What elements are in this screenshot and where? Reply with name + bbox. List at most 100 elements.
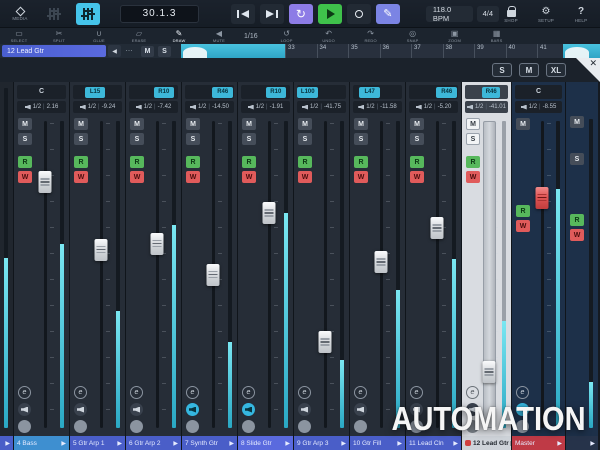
channel-edit-button[interactable]: e [410, 386, 423, 399]
mute-button[interactable]: M [354, 118, 368, 130]
channel-strip[interactable]: L1001/2|-41.75MSRWe9 Gtr Arp 3▶ [294, 82, 350, 450]
channel-options-button[interactable] [18, 420, 31, 433]
mute-button[interactable]: M [516, 118, 530, 130]
channel-edit-button[interactable]: e [242, 386, 255, 399]
output-routing[interactable]: 1/2|-5.20 [409, 101, 458, 113]
pan-control[interactable]: R10 [129, 85, 178, 99]
read-automation-button[interactable]: R [242, 156, 256, 168]
channel-options-button[interactable] [242, 420, 255, 433]
mute-button[interactable]: M [466, 118, 480, 130]
channel-strip[interactable]: C1/2|-8.55MRWeMaster▶ [512, 82, 566, 450]
pan-control[interactable]: R46 [465, 85, 508, 99]
fader[interactable] [483, 121, 496, 428]
channel-name-bar[interactable]: 9 Gtr Arp 3▶ [294, 436, 349, 450]
mute-button[interactable]: M [186, 118, 200, 130]
solo-button[interactable]: S [570, 153, 584, 165]
channel-name-bar[interactable]: Master▶ [512, 436, 565, 450]
media-button[interactable]: MEDIA [8, 2, 32, 26]
monitor-button[interactable] [186, 403, 199, 416]
read-automation-button[interactable]: R [570, 214, 584, 226]
channel-strip[interactable]: R461/2|-5.20MSRWe11 Lead Cln▶ [406, 82, 462, 450]
loop-button[interactable]: ↺LOOP [276, 29, 298, 43]
pan-control[interactable]: L47 [353, 85, 402, 99]
channel-options-button[interactable] [186, 420, 199, 433]
time-signature-display[interactable]: 4/4 [477, 6, 499, 22]
channel-name-bar[interactable]: 4 Bass▶ [14, 436, 69, 450]
write-automation-button[interactable]: W [410, 171, 424, 183]
keys-button[interactable] [42, 2, 66, 26]
tool-glue-button[interactable]: ∪GLUE [88, 29, 110, 43]
undo-button[interactable]: ↶UNDO [318, 29, 340, 43]
mute-button[interactable]: M [298, 118, 312, 130]
fader-handle[interactable] [151, 233, 164, 255]
channel-edit-button[interactable]: e [18, 386, 31, 399]
fader[interactable] [380, 121, 383, 428]
tool-mute-button[interactable]: ◀MUTE [208, 29, 230, 43]
read-automation-button[interactable]: R [354, 156, 368, 168]
channel-edit-button[interactable]: e [186, 386, 199, 399]
mute-button[interactable]: M [74, 118, 88, 130]
channel-name-bar[interactable]: 11 Lead Cln▶ [406, 436, 461, 450]
channel-name-bar[interactable]: 5 Gtr Arp 1▶ [70, 436, 125, 450]
redo-button[interactable]: ↷REDO [360, 29, 382, 43]
write-automation-button[interactable]: W [516, 220, 530, 232]
pan-control[interactable]: C [17, 85, 66, 99]
write-automation-button[interactable]: W [298, 171, 312, 183]
output-routing[interactable]: 1/2|-1.91 [241, 101, 290, 113]
mute-button[interactable]: M [410, 118, 424, 130]
channel-edit-button[interactable]: e [130, 386, 143, 399]
pan-control[interactable]: L100 [297, 85, 346, 99]
channel-name-bar[interactable]: 7 Synth Gtr▶ [182, 436, 237, 450]
tool-erase-button[interactable]: ▱ERASE [128, 29, 150, 43]
mute-button[interactable]: M [242, 118, 256, 130]
solo-button[interactable]: S [410, 133, 424, 145]
output-routing[interactable]: 1/2|-11.58 [353, 101, 402, 113]
pan-control[interactable]: R46 [409, 85, 458, 99]
write-automation-button[interactable]: W [570, 229, 584, 241]
monitor-button[interactable] [18, 403, 31, 416]
close-icon[interactable]: ✕ [589, 58, 597, 69]
fader-handle[interactable] [95, 239, 108, 261]
fader[interactable] [541, 121, 544, 428]
channel-strip[interactable]: ▶ [0, 82, 14, 450]
channel-edit-button[interactable]: e [354, 386, 367, 399]
time-display[interactable]: 30.1.3 [120, 5, 199, 23]
channel-edit-button[interactable]: e [298, 386, 311, 399]
read-automation-button[interactable]: R [516, 205, 530, 217]
channel-edit-button[interactable]: e [74, 386, 87, 399]
monitor-button[interactable] [74, 403, 87, 416]
mute-button[interactable]: M [130, 118, 144, 130]
tool-draw-button[interactable]: ✎DRAW [168, 29, 190, 43]
channel-strip[interactable]: L151/2|-9.24MSRWe5 Gtr Arp 1▶ [70, 82, 126, 450]
channel-strip[interactable]: C1/2|2.16MSRWe4 Bass▶ [14, 82, 70, 450]
fader[interactable] [268, 121, 271, 428]
fader[interactable] [212, 121, 215, 428]
channel-name-bar[interactable]: 12 Lead Gtr▶ [462, 436, 511, 450]
channel-edit-button[interactable]: e [466, 386, 479, 399]
solo-button[interactable]: S [186, 133, 200, 145]
collapse-track-list-button[interactable]: ◀ [108, 45, 121, 57]
loop-button[interactable]: ↻ [289, 4, 313, 24]
solo-button[interactable]: S [466, 133, 480, 145]
channel-name-bar[interactable]: 6 Gtr Arp 2▶ [126, 436, 181, 450]
channel-strip[interactable]: MSRW▶ [566, 82, 598, 450]
channel-strip[interactable]: R461/2|-41.01MSRWe12 Lead Gtr▶ [462, 82, 512, 450]
solo-button[interactable]: S [74, 133, 88, 145]
mute-button[interactable]: M [18, 118, 32, 130]
channel-options-button[interactable] [130, 420, 143, 433]
write-automation-button[interactable]: W [466, 171, 480, 183]
read-automation-button[interactable]: R [186, 156, 200, 168]
solo-button[interactable]: S [298, 133, 312, 145]
mixer-button[interactable] [76, 3, 100, 25]
fader-handle[interactable] [207, 264, 220, 286]
tool-select-button[interactable]: ▭SELECT [8, 29, 30, 43]
mixer-size-button-xl[interactable]: XL [546, 63, 566, 77]
bars-button[interactable]: ▦BARS [486, 29, 508, 43]
read-automation-button[interactable]: R [130, 156, 144, 168]
tempo-display[interactable]: 118.0 BPM [426, 6, 473, 22]
track-name-chip[interactable]: 12 Lead Gtr [2, 45, 106, 57]
output-routing[interactable]: 1/2|-41.01 [465, 101, 508, 113]
pan-control[interactable]: R46 [185, 85, 234, 99]
mixer-size-button-s[interactable]: S [492, 63, 512, 77]
play-button[interactable] [318, 4, 342, 24]
